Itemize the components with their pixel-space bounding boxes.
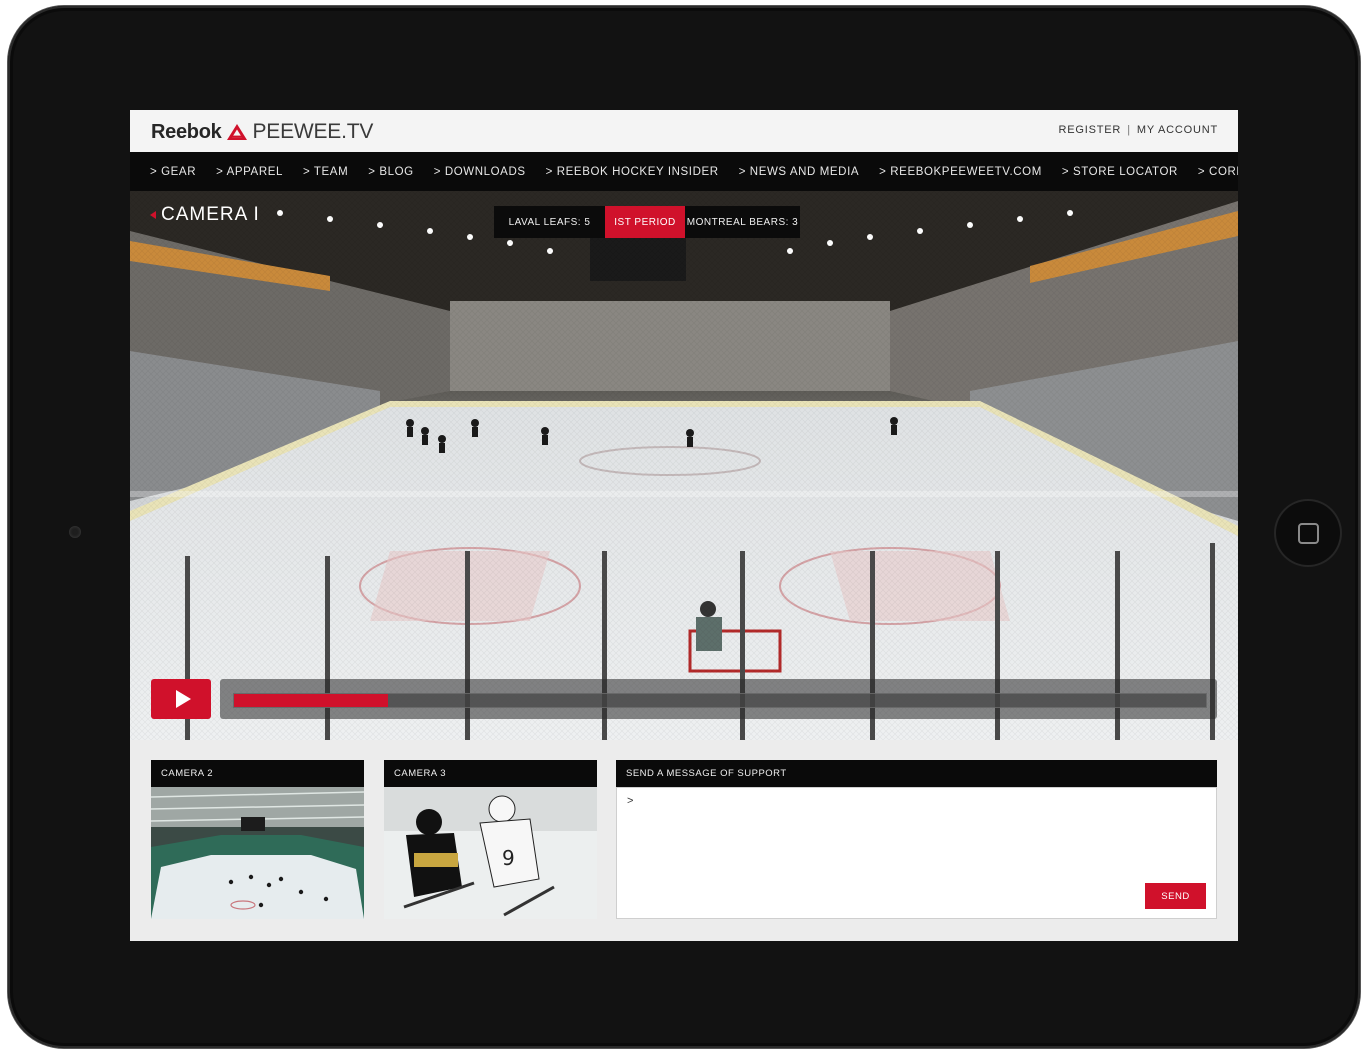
rink-scene-image bbox=[130, 191, 1238, 740]
home-team-score: LAVAL LEAFS: 5 bbox=[494, 206, 605, 238]
play-icon bbox=[175, 690, 191, 708]
play-button[interactable] bbox=[151, 679, 211, 719]
camera-2-thumbnail[interactable] bbox=[151, 787, 364, 919]
svg-text:9: 9 bbox=[502, 846, 515, 870]
send-button[interactable]: SEND bbox=[1145, 883, 1206, 909]
camera-2-image bbox=[151, 787, 364, 919]
nav-item-downloads[interactable]: > DOWNLOADS bbox=[434, 166, 526, 178]
camera-2-label: CAMERA 2 bbox=[161, 768, 214, 779]
camera-3-thumbnail[interactable]: 9 bbox=[384, 787, 597, 919]
reebok-delta-icon bbox=[227, 124, 248, 140]
screen: Reebok PEEWEE.TV REGISTER | MY ACCOUNT >… bbox=[130, 110, 1238, 941]
account-separator: | bbox=[1127, 124, 1131, 136]
nav-item-news-media[interactable]: > NEWS AND MEDIA bbox=[739, 166, 859, 178]
support-message-input[interactable]: > bbox=[616, 787, 1217, 919]
nav-item-blog[interactable]: > BLOG bbox=[368, 166, 413, 178]
register-link[interactable]: REGISTER bbox=[1059, 124, 1122, 136]
camera-3-image: 9 bbox=[384, 787, 597, 919]
camera-marker-icon bbox=[150, 211, 156, 219]
camera-2-header: CAMERA 2 bbox=[151, 760, 364, 787]
nav-item-store-locator[interactable]: > STORE LOCATOR bbox=[1062, 166, 1178, 178]
nav-item-team[interactable]: > TEAM bbox=[303, 166, 348, 178]
camera-3-header: CAMERA 3 bbox=[384, 760, 597, 787]
away-team-score: MONTREAL BEARS: 3 bbox=[685, 206, 800, 238]
nav-item-hockey-insider[interactable]: > REEBOK HOCKEY INSIDER bbox=[546, 166, 719, 178]
support-header: SEND A MESSAGE OF SUPPORT bbox=[616, 760, 1217, 787]
period-badge: IST PERIOD bbox=[605, 206, 685, 238]
progress-bar-fill bbox=[234, 694, 388, 707]
progress-bar[interactable] bbox=[233, 693, 1207, 708]
main-camera-label: CAMERA I bbox=[150, 204, 260, 226]
site-name: PEEWEE.TV bbox=[252, 120, 374, 143]
main-camera-label-text: CAMERA I bbox=[161, 204, 260, 225]
nav-item-reebokpeeweetv[interactable]: > REEBOKPEEWEETV.COM bbox=[879, 166, 1042, 178]
nav-item-apparel[interactable]: > APPAREL bbox=[216, 166, 283, 178]
message-prompt: > bbox=[627, 795, 634, 807]
support-title: SEND A MESSAGE OF SUPPORT bbox=[626, 768, 787, 779]
account-links: REGISTER | MY ACCOUNT bbox=[1059, 124, 1218, 136]
front-camera bbox=[69, 526, 81, 538]
site-logo[interactable]: Reebok PEEWEE.TV bbox=[151, 120, 374, 143]
camera-3-label: CAMERA 3 bbox=[394, 768, 447, 779]
my-account-link[interactable]: MY ACCOUNT bbox=[1137, 124, 1218, 136]
nav-item-corporate[interactable]: > CORPORATE bbox=[1198, 166, 1238, 178]
home-button[interactable] bbox=[1276, 501, 1340, 565]
video-player[interactable]: CAMERA I LAVAL LEAFS: 5 IST PERIOD MONTR… bbox=[130, 191, 1238, 740]
nav-item-gear[interactable]: > GEAR bbox=[150, 166, 196, 178]
scoreboard: LAVAL LEAFS: 5 IST PERIOD MONTREAL BEARS… bbox=[494, 206, 800, 238]
home-icon bbox=[1298, 523, 1319, 544]
top-bar: Reebok PEEWEE.TV REGISTER | MY ACCOUNT bbox=[130, 110, 1238, 152]
main-nav: > GEAR > APPAREL > TEAM > BLOG > DOWNLOA… bbox=[130, 152, 1238, 191]
tablet-frame: Reebok PEEWEE.TV REGISTER | MY ACCOUNT >… bbox=[8, 6, 1360, 1048]
progress-bar-container bbox=[220, 679, 1217, 719]
brand-name: Reebok bbox=[151, 120, 222, 143]
video-controls bbox=[151, 679, 1217, 719]
